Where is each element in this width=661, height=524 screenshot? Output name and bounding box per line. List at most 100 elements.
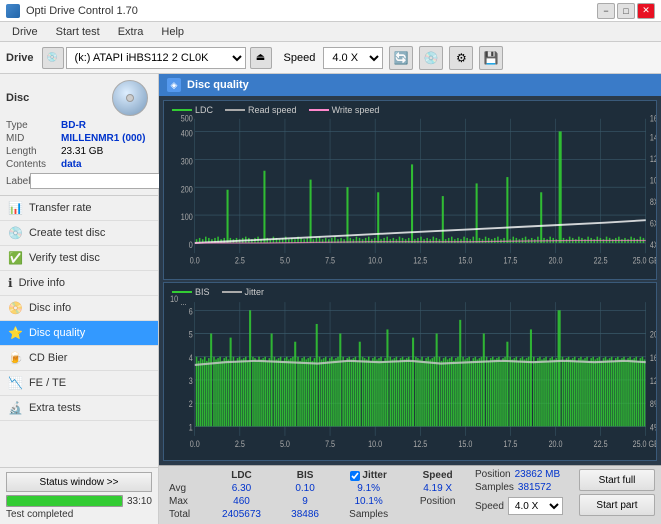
save-button[interactable]: 💾: [479, 46, 503, 70]
create-test-disc-icon: 💿: [8, 226, 23, 240]
sidebar-item-fe-te[interactable]: 📉 FE / TE: [0, 371, 158, 396]
bottom-chart-legend: BIS Jitter: [168, 285, 268, 299]
svg-text:8X: 8X: [650, 197, 656, 207]
sidebar-item-disc-quality[interactable]: ⭐ Disc quality: [0, 321, 158, 346]
read-speed-label: Read speed: [248, 105, 297, 115]
minimize-button[interactable]: −: [597, 3, 615, 19]
sidebar-item-transfer-rate[interactable]: 📊 Transfer rate: [0, 196, 158, 221]
top-chart-legend: LDC Read speed Write speed: [168, 103, 383, 117]
avg-ldc-val: 6.30: [206, 482, 277, 495]
stats-total-row: Total 2405673 38486 Samples: [165, 508, 471, 521]
write-speed-label: Write speed: [332, 105, 380, 115]
svg-text:6X: 6X: [650, 219, 656, 229]
svg-text:300: 300: [181, 157, 193, 167]
progress-bar-fill: [7, 496, 122, 506]
jitter-checkbox[interactable]: [350, 471, 360, 481]
disc-icon: [112, 80, 152, 116]
bis-label: BIS: [195, 287, 210, 297]
svg-text:10X: 10X: [650, 176, 656, 186]
sidebar-nav: 📊 Transfer rate 💿 Create test disc ✅ Ver…: [0, 196, 158, 467]
menu-extra[interactable]: Extra: [110, 24, 152, 40]
svg-text:20%: 20%: [650, 328, 656, 339]
sidebar-item-drive-info[interactable]: ℹ Drive info: [0, 271, 158, 296]
sidebar-item-disc-info[interactable]: 📀 Disc info: [0, 296, 158, 321]
stats-max-row: Max 460 9 10.1% Position: [165, 495, 471, 508]
svg-text:20.0: 20.0: [549, 256, 563, 266]
svg-text:17.5: 17.5: [503, 256, 517, 266]
svg-text:5.0: 5.0: [280, 256, 290, 266]
avg-speed-val: 4.19 X: [404, 482, 471, 495]
eject-button[interactable]: ⏏: [250, 47, 272, 69]
disc-quality-label: Disc quality: [29, 327, 85, 339]
samples-label2: Samples: [475, 482, 514, 493]
sidebar-item-verify-test-disc[interactable]: ✅ Verify test disc: [0, 246, 158, 271]
titlebar-title: Opti Drive Control 1.70: [26, 5, 138, 17]
start-full-button[interactable]: Start full: [579, 469, 655, 491]
refresh-button[interactable]: 🔄: [389, 46, 413, 70]
chart-header-icon: ◈: [167, 78, 181, 92]
disc-circle: [112, 80, 148, 116]
menu-help[interactable]: Help: [153, 24, 192, 40]
svg-text:0.0: 0.0: [190, 256, 200, 266]
disc-button[interactable]: 💿: [419, 46, 443, 70]
header-bis: BIS: [277, 469, 333, 482]
drive-dropdown[interactable]: (k:) ATAPI iHBS112 2 CL0K: [66, 47, 246, 69]
svg-text:7.5: 7.5: [325, 437, 335, 448]
position-val: 23862 MB: [515, 469, 561, 480]
speed-stat-label: Speed: [475, 501, 504, 512]
sidebar-item-extra-tests[interactable]: 🔬 Extra tests: [0, 396, 158, 421]
svg-text:17.5: 17.5: [503, 437, 517, 448]
legend-bis: BIS: [172, 287, 210, 297]
header-ldc: LDC: [206, 469, 277, 482]
cd-bier-icon: 🍺: [8, 351, 23, 365]
legend-write-speed: Write speed: [309, 105, 380, 115]
read-speed-color: [225, 109, 245, 111]
menu-start-test[interactable]: Start test: [48, 24, 108, 40]
svg-text:16X: 16X: [650, 114, 656, 124]
disc-contents-row: Contents data: [6, 159, 152, 170]
svg-text:3: 3: [189, 374, 193, 385]
right-panel: ◈ Disc quality LDC Read speed: [159, 74, 661, 524]
svg-text:8%: 8%: [650, 398, 656, 409]
sidebar-item-create-test-disc[interactable]: 💿 Create test disc: [0, 221, 158, 246]
start-part-button[interactable]: Start part: [579, 494, 655, 516]
svg-text:14X: 14X: [650, 133, 656, 143]
svg-text:5.0: 5.0: [280, 437, 290, 448]
bis-color: [172, 291, 192, 293]
close-button[interactable]: ✕: [637, 3, 655, 19]
svg-text:16%: 16%: [650, 351, 656, 362]
speed-dropdown[interactable]: 4.0 X 8.0 X: [323, 47, 383, 69]
verify-test-disc-icon: ✅: [8, 251, 23, 265]
length-key: Length: [6, 146, 61, 157]
time-text: 33:10: [127, 496, 152, 507]
samples-val: 381572: [518, 482, 551, 493]
speed-stat-dropdown[interactable]: 4.0 X 8.0 X: [508, 497, 563, 515]
extra-tests-label: Extra tests: [29, 402, 81, 414]
disc-quality-icon: ⭐: [8, 326, 23, 340]
svg-text:4: 4: [189, 351, 193, 362]
disc-length-row: Length 23.31 GB: [6, 146, 152, 157]
type-val: BD-R: [61, 120, 86, 131]
drive-select-group: 💿 (k:) ATAPI iHBS112 2 CL0K: [42, 47, 246, 69]
bottom-chart-container: BIS Jitter: [163, 282, 657, 462]
svg-text:25.0 GB: 25.0 GB: [633, 437, 656, 448]
disc-header: Disc: [6, 80, 152, 116]
label-input[interactable]: [30, 173, 168, 189]
speed-label: Speed: [284, 52, 316, 64]
maximize-button[interactable]: □: [617, 3, 635, 19]
svg-text:2: 2: [189, 398, 193, 409]
stats-panel: LDC BIS Jitter Speed: [159, 465, 661, 524]
sidebar-item-cd-bier[interactable]: 🍺 CD Bier: [0, 346, 158, 371]
svg-text:20.0: 20.0: [549, 437, 563, 448]
position-label: Position: [420, 496, 456, 507]
svg-text:12X: 12X: [650, 154, 656, 164]
svg-text:10.0: 10.0: [368, 256, 382, 266]
position-label2: Position: [475, 469, 511, 480]
transfer-rate-icon: 📊: [8, 201, 23, 215]
status-window-button[interactable]: Status window >>: [6, 472, 152, 492]
max-ldc-val: 460: [206, 495, 277, 508]
charts-area: LDC Read speed Write speed: [159, 96, 661, 465]
drive-info-icon: ℹ: [8, 276, 13, 290]
menu-drive[interactable]: Drive: [4, 24, 46, 40]
settings-button[interactable]: ⚙: [449, 46, 473, 70]
